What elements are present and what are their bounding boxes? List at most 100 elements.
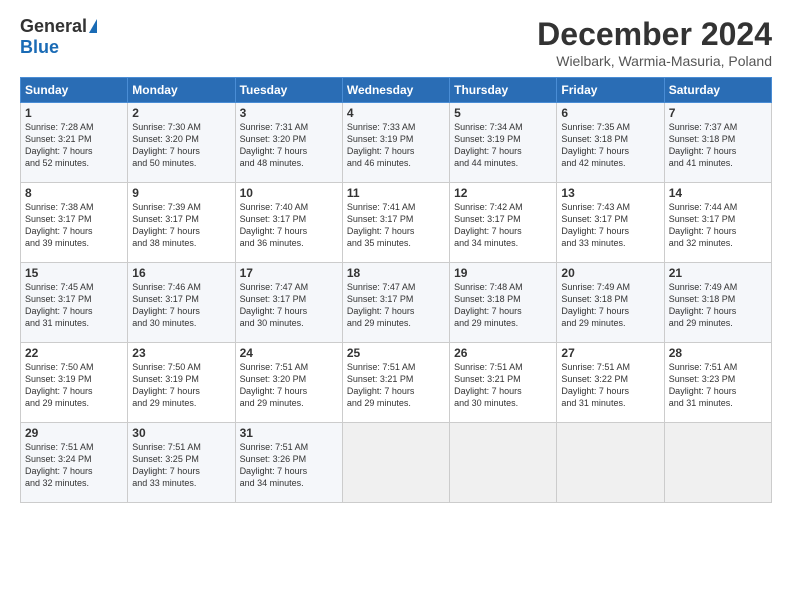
calendar-cell: 31Sunrise: 7:51 AMSunset: 3:26 PMDayligh…: [235, 423, 342, 503]
day-number: 15: [25, 266, 123, 280]
calendar-cell: 24Sunrise: 7:51 AMSunset: 3:20 PMDayligh…: [235, 343, 342, 423]
cell-details: Sunrise: 7:34 AMSunset: 3:19 PMDaylight:…: [454, 121, 552, 170]
cell-details: Sunrise: 7:48 AMSunset: 3:18 PMDaylight:…: [454, 281, 552, 330]
calendar-cell: [664, 423, 771, 503]
week-row-2: 8Sunrise: 7:38 AMSunset: 3:17 PMDaylight…: [21, 183, 772, 263]
logo-triangle-icon: [89, 19, 97, 33]
calendar-body: 1Sunrise: 7:28 AMSunset: 3:21 PMDaylight…: [21, 103, 772, 503]
subtitle: Wielbark, Warmia-Masuria, Poland: [537, 53, 772, 69]
calendar-cell: 10Sunrise: 7:40 AMSunset: 3:17 PMDayligh…: [235, 183, 342, 263]
calendar-cell: 26Sunrise: 7:51 AMSunset: 3:21 PMDayligh…: [450, 343, 557, 423]
cell-details: Sunrise: 7:33 AMSunset: 3:19 PMDaylight:…: [347, 121, 445, 170]
day-number: 1: [25, 106, 123, 120]
cell-details: Sunrise: 7:51 AMSunset: 3:23 PMDaylight:…: [669, 361, 767, 410]
main-title: December 2024: [537, 16, 772, 53]
day-number: 24: [240, 346, 338, 360]
day-number: 28: [669, 346, 767, 360]
calendar-cell: 27Sunrise: 7:51 AMSunset: 3:22 PMDayligh…: [557, 343, 664, 423]
day-number: 14: [669, 186, 767, 200]
cell-details: Sunrise: 7:35 AMSunset: 3:18 PMDaylight:…: [561, 121, 659, 170]
day-number: 25: [347, 346, 445, 360]
header-day-friday: Friday: [557, 78, 664, 103]
day-number: 26: [454, 346, 552, 360]
day-number: 16: [132, 266, 230, 280]
calendar-header: SundayMondayTuesdayWednesdayThursdayFrid…: [21, 78, 772, 103]
day-number: 21: [669, 266, 767, 280]
header-day-tuesday: Tuesday: [235, 78, 342, 103]
calendar-cell: 18Sunrise: 7:47 AMSunset: 3:17 PMDayligh…: [342, 263, 449, 343]
cell-details: Sunrise: 7:50 AMSunset: 3:19 PMDaylight:…: [132, 361, 230, 410]
cell-details: Sunrise: 7:40 AMSunset: 3:17 PMDaylight:…: [240, 201, 338, 250]
calendar-cell: 17Sunrise: 7:47 AMSunset: 3:17 PMDayligh…: [235, 263, 342, 343]
day-number: 17: [240, 266, 338, 280]
week-row-4: 22Sunrise: 7:50 AMSunset: 3:19 PMDayligh…: [21, 343, 772, 423]
day-number: 12: [454, 186, 552, 200]
cell-details: Sunrise: 7:41 AMSunset: 3:17 PMDaylight:…: [347, 201, 445, 250]
day-number: 30: [132, 426, 230, 440]
day-number: 11: [347, 186, 445, 200]
calendar-cell: 5Sunrise: 7:34 AMSunset: 3:19 PMDaylight…: [450, 103, 557, 183]
calendar-cell: 15Sunrise: 7:45 AMSunset: 3:17 PMDayligh…: [21, 263, 128, 343]
calendar-cell: 7Sunrise: 7:37 AMSunset: 3:18 PMDaylight…: [664, 103, 771, 183]
logo: General Blue: [20, 16, 97, 58]
calendar-cell: [557, 423, 664, 503]
calendar-cell: 8Sunrise: 7:38 AMSunset: 3:17 PMDaylight…: [21, 183, 128, 263]
day-number: 29: [25, 426, 123, 440]
day-number: 3: [240, 106, 338, 120]
day-number: 8: [25, 186, 123, 200]
calendar-cell: 25Sunrise: 7:51 AMSunset: 3:21 PMDayligh…: [342, 343, 449, 423]
calendar-cell: 23Sunrise: 7:50 AMSunset: 3:19 PMDayligh…: [128, 343, 235, 423]
calendar-cell: 2Sunrise: 7:30 AMSunset: 3:20 PMDaylight…: [128, 103, 235, 183]
cell-details: Sunrise: 7:44 AMSunset: 3:17 PMDaylight:…: [669, 201, 767, 250]
calendar-cell: 11Sunrise: 7:41 AMSunset: 3:17 PMDayligh…: [342, 183, 449, 263]
calendar-cell: 29Sunrise: 7:51 AMSunset: 3:24 PMDayligh…: [21, 423, 128, 503]
cell-details: Sunrise: 7:47 AMSunset: 3:17 PMDaylight:…: [347, 281, 445, 330]
header-day-monday: Monday: [128, 78, 235, 103]
cell-details: Sunrise: 7:51 AMSunset: 3:25 PMDaylight:…: [132, 441, 230, 490]
cell-details: Sunrise: 7:38 AMSunset: 3:17 PMDaylight:…: [25, 201, 123, 250]
cell-details: Sunrise: 7:51 AMSunset: 3:21 PMDaylight:…: [347, 361, 445, 410]
cell-details: Sunrise: 7:47 AMSunset: 3:17 PMDaylight:…: [240, 281, 338, 330]
day-number: 5: [454, 106, 552, 120]
week-row-1: 1Sunrise: 7:28 AMSunset: 3:21 PMDaylight…: [21, 103, 772, 183]
cell-details: Sunrise: 7:49 AMSunset: 3:18 PMDaylight:…: [561, 281, 659, 330]
cell-details: Sunrise: 7:39 AMSunset: 3:17 PMDaylight:…: [132, 201, 230, 250]
calendar-cell: 13Sunrise: 7:43 AMSunset: 3:17 PMDayligh…: [557, 183, 664, 263]
day-number: 31: [240, 426, 338, 440]
calendar-cell: 6Sunrise: 7:35 AMSunset: 3:18 PMDaylight…: [557, 103, 664, 183]
calendar-cell: 20Sunrise: 7:49 AMSunset: 3:18 PMDayligh…: [557, 263, 664, 343]
cell-details: Sunrise: 7:42 AMSunset: 3:17 PMDaylight:…: [454, 201, 552, 250]
calendar-cell: 28Sunrise: 7:51 AMSunset: 3:23 PMDayligh…: [664, 343, 771, 423]
cell-details: Sunrise: 7:43 AMSunset: 3:17 PMDaylight:…: [561, 201, 659, 250]
day-number: 19: [454, 266, 552, 280]
logo-blue-text: Blue: [20, 37, 59, 58]
cell-details: Sunrise: 7:28 AMSunset: 3:21 PMDaylight:…: [25, 121, 123, 170]
calendar-cell: 9Sunrise: 7:39 AMSunset: 3:17 PMDaylight…: [128, 183, 235, 263]
title-block: December 2024 Wielbark, Warmia-Masuria, …: [537, 16, 772, 69]
header: General Blue December 2024 Wielbark, War…: [20, 16, 772, 69]
calendar-cell: 19Sunrise: 7:48 AMSunset: 3:18 PMDayligh…: [450, 263, 557, 343]
calendar-cell: 16Sunrise: 7:46 AMSunset: 3:17 PMDayligh…: [128, 263, 235, 343]
day-number: 18: [347, 266, 445, 280]
calendar-cell: 12Sunrise: 7:42 AMSunset: 3:17 PMDayligh…: [450, 183, 557, 263]
cell-details: Sunrise: 7:37 AMSunset: 3:18 PMDaylight:…: [669, 121, 767, 170]
cell-details: Sunrise: 7:31 AMSunset: 3:20 PMDaylight:…: [240, 121, 338, 170]
cell-details: Sunrise: 7:51 AMSunset: 3:24 PMDaylight:…: [25, 441, 123, 490]
header-row: SundayMondayTuesdayWednesdayThursdayFrid…: [21, 78, 772, 103]
calendar-cell: 22Sunrise: 7:50 AMSunset: 3:19 PMDayligh…: [21, 343, 128, 423]
cell-details: Sunrise: 7:45 AMSunset: 3:17 PMDaylight:…: [25, 281, 123, 330]
cell-details: Sunrise: 7:30 AMSunset: 3:20 PMDaylight:…: [132, 121, 230, 170]
day-number: 7: [669, 106, 767, 120]
logo-general-text: General: [20, 16, 87, 37]
calendar-cell: 1Sunrise: 7:28 AMSunset: 3:21 PMDaylight…: [21, 103, 128, 183]
calendar-cell: [342, 423, 449, 503]
cell-details: Sunrise: 7:51 AMSunset: 3:21 PMDaylight:…: [454, 361, 552, 410]
day-number: 6: [561, 106, 659, 120]
calendar-cell: 3Sunrise: 7:31 AMSunset: 3:20 PMDaylight…: [235, 103, 342, 183]
day-number: 2: [132, 106, 230, 120]
cell-details: Sunrise: 7:51 AMSunset: 3:22 PMDaylight:…: [561, 361, 659, 410]
header-day-saturday: Saturday: [664, 78, 771, 103]
calendar-table: SundayMondayTuesdayWednesdayThursdayFrid…: [20, 77, 772, 503]
calendar-cell: 30Sunrise: 7:51 AMSunset: 3:25 PMDayligh…: [128, 423, 235, 503]
week-row-5: 29Sunrise: 7:51 AMSunset: 3:24 PMDayligh…: [21, 423, 772, 503]
